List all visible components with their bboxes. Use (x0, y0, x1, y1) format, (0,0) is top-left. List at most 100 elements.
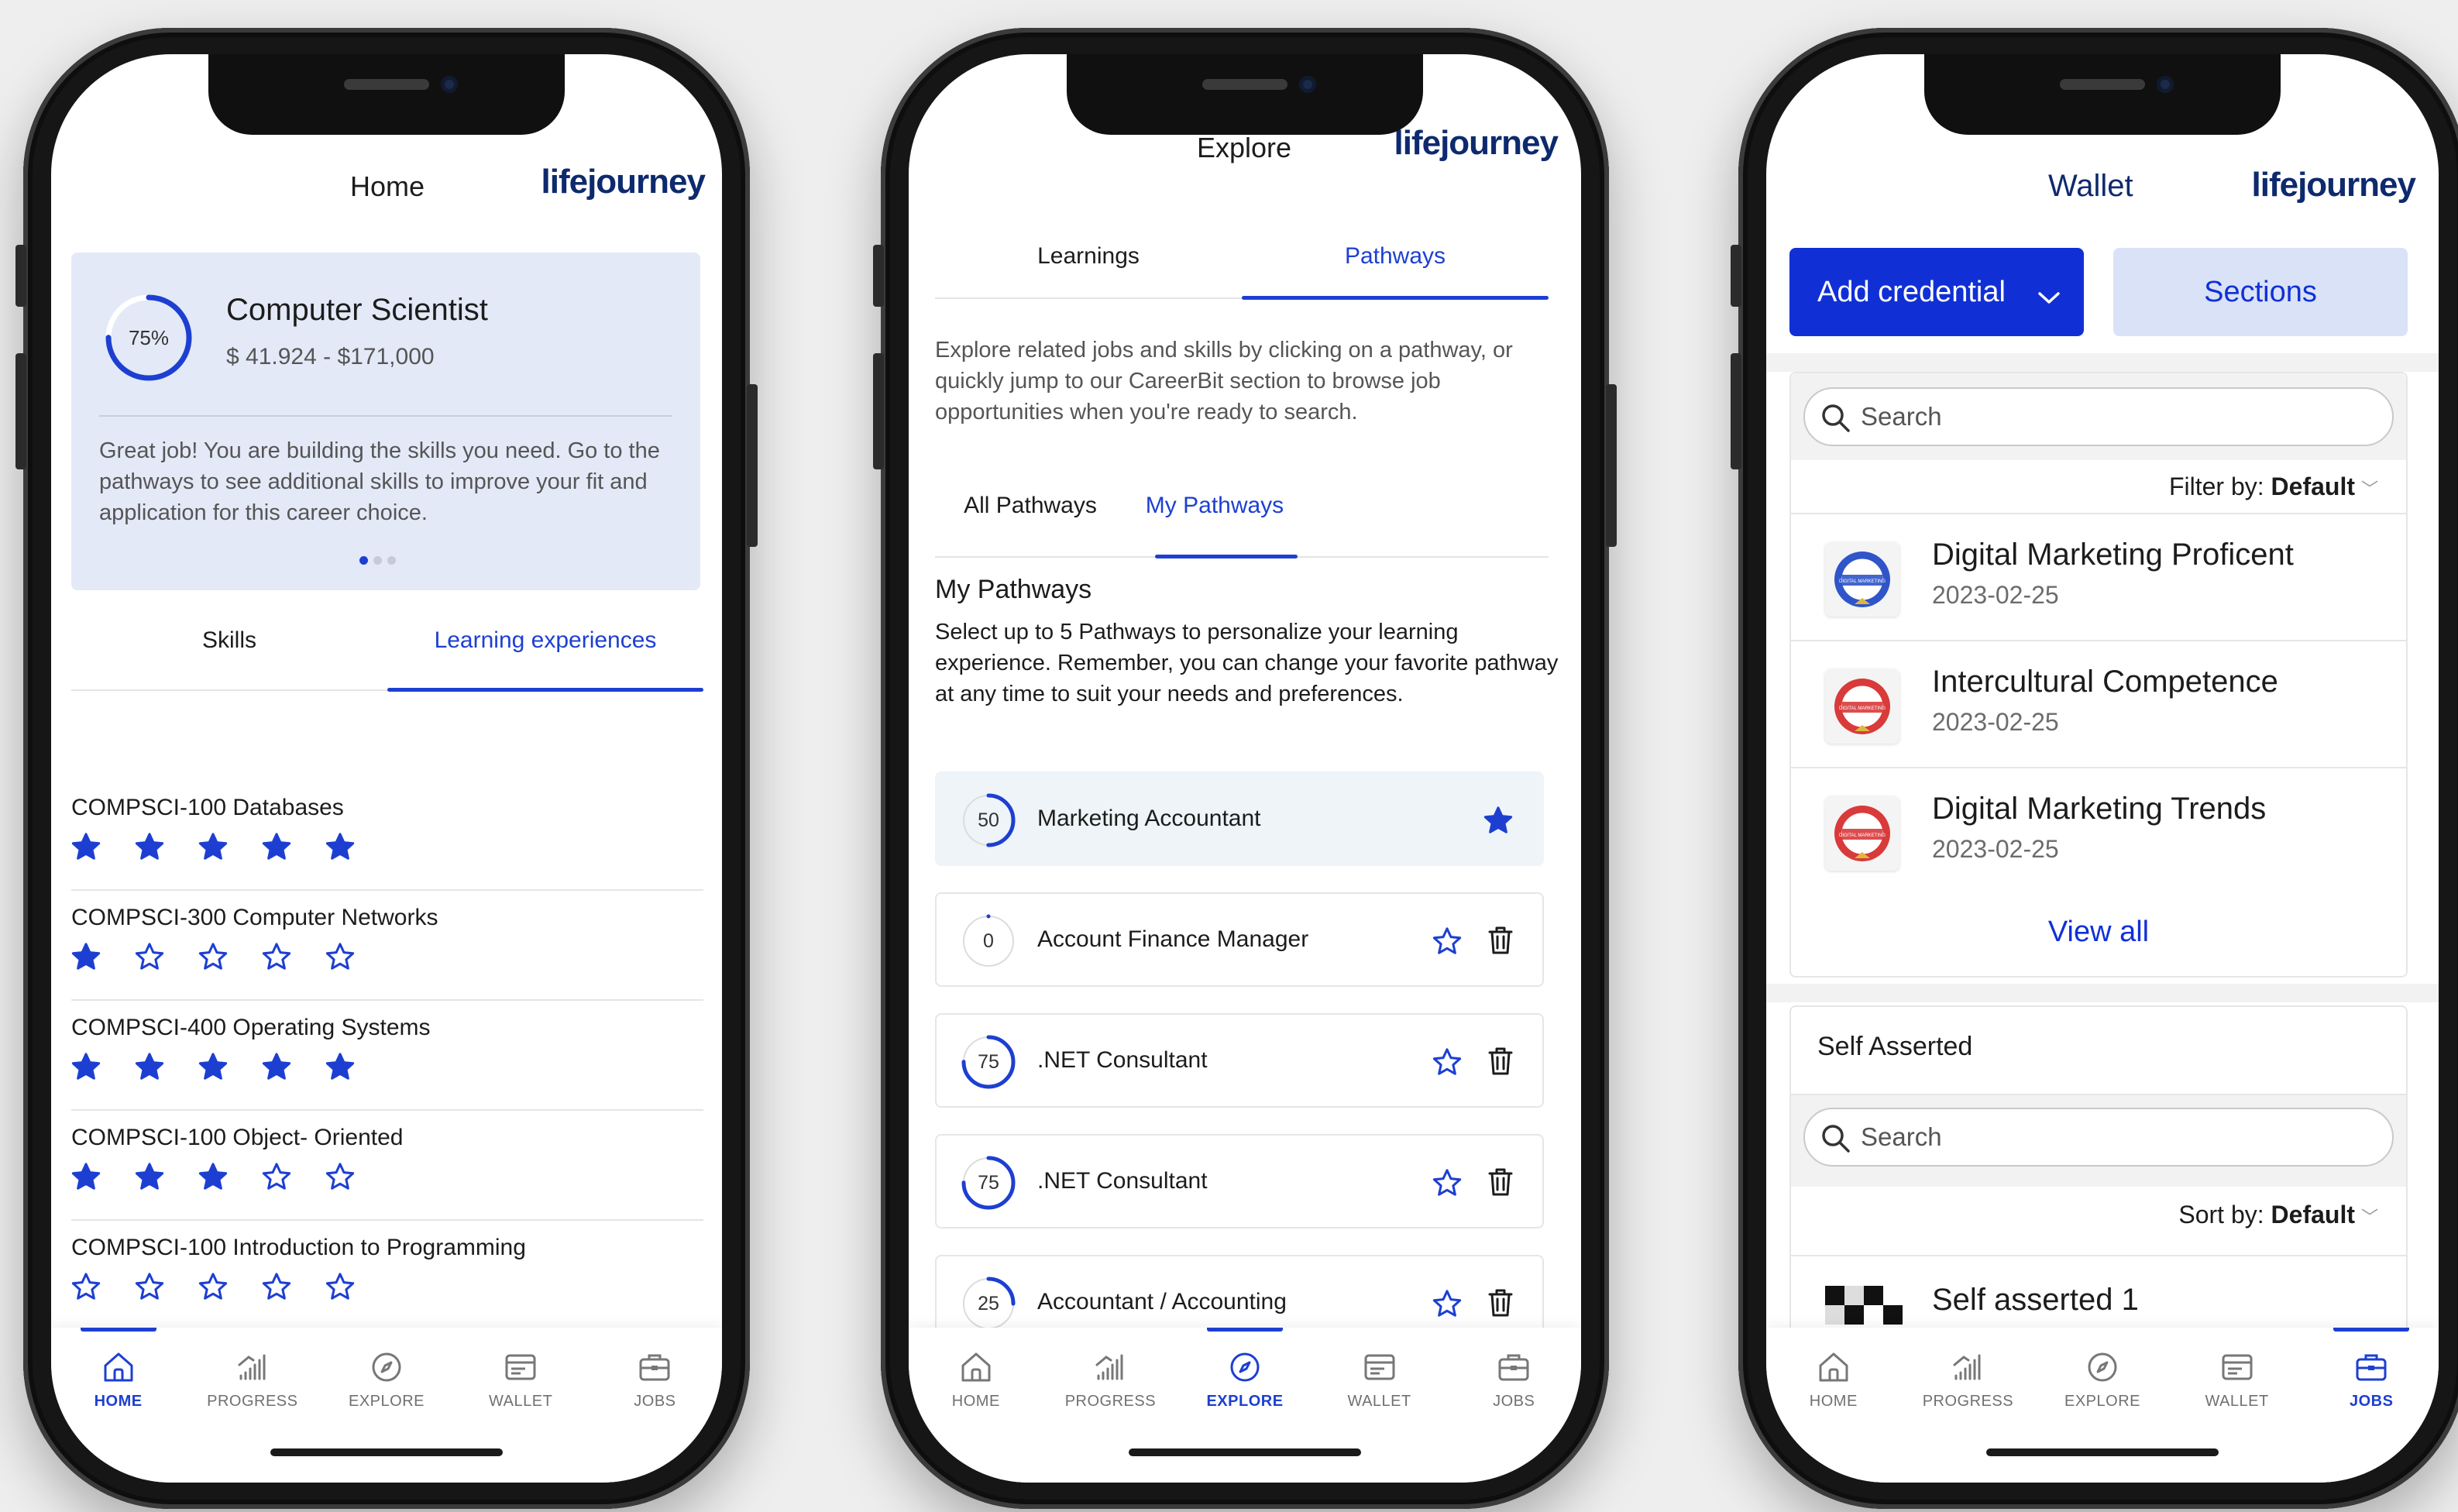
tab-label: WALLET (1347, 1393, 1411, 1410)
phone-explore: Explore lifejourney Learnings Pathways E… (873, 28, 1617, 1509)
rating-star-icon (198, 832, 262, 865)
add-credential-button[interactable]: Add credential (1789, 248, 2084, 336)
rating-star-icon (135, 1162, 198, 1195)
search-input[interactable]: Search (1803, 387, 2394, 446)
self-asserted-title: Self Asserted (1817, 1032, 1973, 1061)
filter-dropdown[interactable]: Filter by: Default ﹀ (2169, 472, 2378, 501)
tab-explore[interactable]: EXPLORE (2037, 1328, 2168, 1411)
rating-star-icon (325, 1162, 389, 1195)
tab-label: PROGRESS (1064, 1393, 1157, 1410)
self-asserted-name: Self asserted 1 (1932, 1283, 2139, 1317)
home-icon (53, 1349, 184, 1385)
carousel-dots[interactable] (359, 555, 401, 569)
pathway-name: .NET Consultant (1037, 1168, 1208, 1194)
credential-item[interactable]: DIGITAL MARKETING Digital Marketing Tren… (1791, 767, 2406, 894)
explore-icon (321, 1349, 452, 1385)
rating-star-icon (262, 1162, 325, 1195)
pathway-name: Marketing Accountant (1037, 806, 1261, 831)
search-placeholder: Search (1861, 1122, 1942, 1151)
sections-button[interactable]: Sections (2113, 248, 2408, 336)
tab-wallet[interactable]: WALLET (455, 1328, 586, 1411)
course-rating (71, 942, 389, 975)
page-title: Explore (1197, 132, 1292, 163)
tab-wallet[interactable]: WALLET (2171, 1328, 2303, 1411)
home-tabs: Skills Learning experiences (71, 627, 703, 697)
credential-name: Digital Marketing Trends (1932, 792, 2267, 826)
rating-star-icon (71, 1272, 135, 1305)
tab-explore[interactable]: EXPLORE (321, 1328, 452, 1411)
star-icon[interactable] (1432, 1168, 1462, 1201)
course-rating (71, 1272, 389, 1305)
filter-value: Default (2271, 472, 2355, 500)
self-asserted-search-input[interactable]: Search (1803, 1108, 2394, 1167)
search-icon (1822, 1125, 1850, 1153)
tab-jobs[interactable]: JOBS (2305, 1328, 2437, 1411)
pathway-item[interactable]: 50 Marketing Accountant (935, 771, 1544, 866)
pathway-score-ring: 75 (961, 1035, 1016, 1089)
favorite-star-icon[interactable] (1483, 806, 1513, 839)
star-icon[interactable] (1432, 926, 1462, 960)
pathway-item[interactable]: 75 .NET Consultant (935, 1134, 1544, 1228)
tab-progress[interactable]: PROGRESS (1902, 1328, 2033, 1411)
tab-explore[interactable]: EXPLORE (1179, 1328, 1311, 1411)
rating-star-icon (325, 1052, 389, 1085)
course-item[interactable]: COMPSCI-100 Databases (71, 781, 703, 891)
course-name: COMPSCI-100 Object- Oriented (71, 1125, 404, 1150)
tab-label: PROGRESS (207, 1393, 298, 1410)
pathway-name: Account Finance Manager (1037, 926, 1309, 952)
career-salary: $ 41.924 - $171,000 (226, 344, 435, 369)
star-icon[interactable] (1432, 1047, 1462, 1081)
phone-wallet: Wallet lifejourney Add credential Sectio… (1731, 28, 2458, 1509)
credential-item[interactable]: DIGITAL MARKETING Digital Marketing Prof… (1791, 513, 2406, 640)
tab-all-pathways[interactable]: All Pathways (935, 493, 1126, 519)
credential-item[interactable]: DIGITAL MARKETING Intercultural Competen… (1791, 640, 2406, 767)
rating-star-icon (262, 832, 325, 865)
tab-label: WALLET (2205, 1393, 2269, 1410)
trash-icon[interactable] (1487, 1287, 1514, 1322)
credential-badge-icon: DIGITAL MARKETING (1825, 796, 1899, 871)
tab-my-pathways[interactable]: My Pathways (1126, 493, 1304, 519)
tab-pathways[interactable]: Pathways (1242, 243, 1549, 270)
rating-star-icon (135, 942, 198, 975)
course-item[interactable]: COMPSCI-300 Computer Networks (71, 891, 703, 1001)
tab-learnings[interactable]: Learnings (935, 243, 1242, 270)
tab-home[interactable]: HOME (1768, 1328, 1899, 1411)
wallet-icon (455, 1349, 586, 1385)
tab-home[interactable]: HOME (53, 1328, 184, 1411)
tab-jobs[interactable]: JOBS (1448, 1328, 1580, 1411)
tab-progress[interactable]: PROGRESS (187, 1328, 318, 1411)
wallet-icon (1314, 1349, 1446, 1385)
tab-label: HOME (951, 1393, 1000, 1410)
pathway-item[interactable]: 0 Account Finance Manager (935, 892, 1544, 987)
chevron-down-icon (2037, 280, 2061, 314)
section-description: Select up to 5 Pathways to personalize y… (935, 620, 1559, 706)
tab-label: JOBS (1493, 1393, 1535, 1410)
phone-home: Home lifejourney 75% Computer Scientist … (15, 28, 758, 1509)
tab-label: PROGRESS (1922, 1393, 2014, 1410)
tab-skills[interactable]: Skills (71, 627, 387, 654)
tab-home[interactable]: HOME (910, 1328, 1042, 1411)
view-all-link[interactable]: View all (1791, 916, 2406, 949)
pathway-score: 50 (978, 809, 999, 831)
course-item[interactable]: COMPSCI-400 Operating Systems (71, 1001, 703, 1111)
trash-icon[interactable] (1487, 1167, 1514, 1201)
tab-label: JOBS (634, 1393, 676, 1410)
pathway-subtabs: All Pathways My Pathways (935, 493, 1549, 562)
sort-dropdown[interactable]: Sort by: Default ﹀ (2178, 1201, 2378, 1229)
jobs-icon (589, 1349, 720, 1385)
pathway-item[interactable]: 75 .NET Consultant (935, 1013, 1544, 1108)
course-item[interactable]: COMPSCI-100 Object- Oriented (71, 1111, 703, 1221)
tab-learning-experiences[interactable]: Learning experiences (387, 627, 703, 654)
tab-jobs[interactable]: JOBS (589, 1328, 720, 1411)
jobs-icon (2305, 1349, 2437, 1385)
career-card[interactable]: 75% Computer Scientist $ 41.924 - $171,0… (71, 253, 700, 590)
trash-icon[interactable] (1487, 1046, 1514, 1081)
tab-label: EXPLORE (1206, 1393, 1284, 1410)
credential-badge-text: DIGITAL MARKETING (1839, 579, 1886, 584)
tab-progress[interactable]: PROGRESS (1044, 1328, 1176, 1411)
tab-wallet[interactable]: WALLET (1314, 1328, 1446, 1411)
course-item[interactable]: COMPSCI-100 Introduction to Programming (71, 1221, 703, 1331)
star-icon[interactable] (1432, 1289, 1462, 1322)
rating-star-icon (198, 942, 262, 975)
trash-icon[interactable] (1487, 925, 1514, 960)
